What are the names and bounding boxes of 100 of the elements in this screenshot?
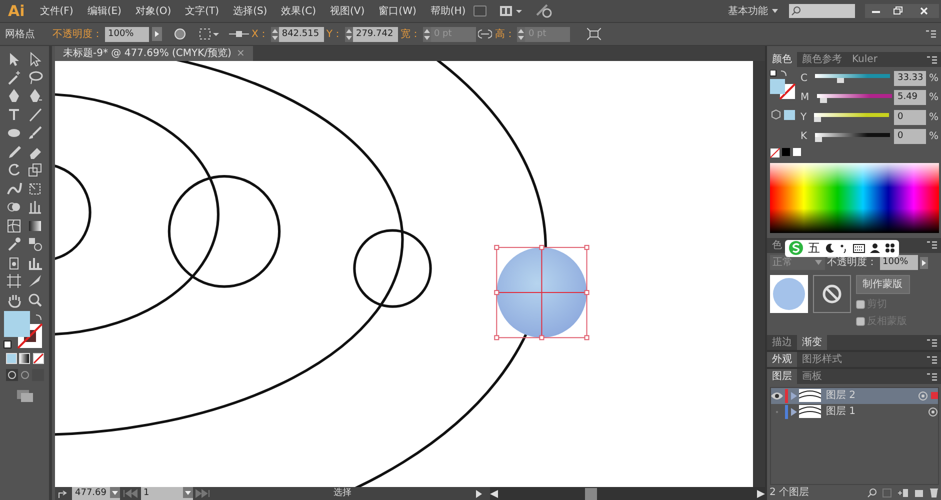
panel-tab[interactable]: 图层 (767, 369, 797, 384)
arrange-icon[interactable] (498, 5, 525, 17)
width-link[interactable]: 宽： (400, 26, 420, 42)
scroll-thumb[interactable] (585, 488, 597, 500)
menu-item[interactable]: 对象(O) (128, 4, 178, 18)
pen-icon[interactable] (6, 88, 22, 104)
ime-logo-icon[interactable] (789, 241, 803, 255)
transform-icon[interactable] (586, 28, 601, 40)
menu-item[interactable]: 帮助(H) (423, 4, 473, 18)
caret-icon[interactable] (770, 8, 778, 14)
mesh-icon[interactable] (6, 218, 22, 234)
y-link[interactable]: Y： (326, 26, 342, 42)
none-mode-icon[interactable] (32, 352, 44, 364)
slider-thumb[interactable] (820, 98, 828, 102)
share-icon[interactable] (58, 488, 70, 498)
ime-toolbar[interactable]: 五 (785, 240, 899, 256)
screen-mode-icon[interactable] (16, 388, 34, 402)
slider-thumb[interactable] (837, 78, 844, 83)
type-tool-icon[interactable] (6, 106, 22, 122)
color-mode-icon[interactable] (6, 352, 16, 364)
panel-tab[interactable]: 颜色参考 (797, 52, 847, 67)
close-icon[interactable] (908, 4, 938, 18)
channel-value-field[interactable]: 0 (894, 110, 926, 124)
zoom-icon[interactable] (27, 292, 43, 308)
scroll-right-icon[interactable] (757, 490, 765, 498)
eye-icon[interactable] (770, 392, 782, 400)
scroll-left-icon[interactable] (490, 490, 498, 498)
arrow-right-icon[interactable] (920, 256, 928, 268)
panel-menu-icon[interactable] (927, 241, 937, 249)
arrow-right-icon[interactable] (152, 27, 162, 41)
vertical-scrollbar[interactable] (753, 61, 765, 487)
menu-item[interactable]: 效果(C) (274, 4, 324, 18)
menu-item[interactable]: 文件(F) (32, 4, 80, 18)
search-field[interactable] (788, 4, 854, 18)
punctuation-icon[interactable] (840, 243, 848, 253)
y-field[interactable]: 279.742 (352, 26, 398, 42)
artboard-icon[interactable] (6, 273, 22, 289)
perspective-grid-icon[interactable] (27, 199, 43, 215)
panel-tab[interactable]: 外观 (767, 352, 797, 367)
user-icon[interactable] (870, 243, 880, 253)
artboard-field[interactable]: 1 (140, 486, 192, 500)
menu-item[interactable]: 选择(S) (226, 4, 274, 18)
make-clipping-mask-icon[interactable] (882, 488, 892, 498)
slider-thumb[interactable] (814, 136, 822, 142)
menu-item[interactable]: 编辑(E) (80, 4, 128, 18)
workspace-switcher[interactable]: 基本功能 (728, 4, 768, 18)
panel-tab[interactable]: 颜色 (767, 52, 797, 67)
panel-tab[interactable]: 画板 (797, 369, 827, 384)
zoom-field[interactable]: 477.69 (72, 486, 120, 500)
make-mask-button[interactable]: 制作蒙版 (856, 275, 910, 294)
panel-menu-icon[interactable] (927, 338, 937, 346)
blend-icon[interactable] (27, 236, 43, 252)
rotate-icon[interactable] (6, 162, 22, 178)
menu-item[interactable]: 窗口(W) (372, 4, 424, 18)
panel-tab[interactable]: 图形样式 (797, 352, 847, 367)
object-thumbnail[interactable] (770, 275, 808, 313)
moon-icon[interactable] (825, 243, 835, 253)
warp-icon[interactable] (6, 180, 22, 196)
color-spectrum[interactable] (770, 162, 938, 232)
spinner-icon[interactable] (517, 26, 526, 42)
height-link[interactable]: 高： (494, 26, 515, 42)
pen-icon[interactable] (27, 88, 43, 104)
minimize-icon[interactable] (864, 4, 886, 18)
slider-thumb[interactable] (814, 117, 822, 122)
panel-tab[interactable]: 色 (767, 238, 787, 252)
link-icon[interactable] (478, 28, 492, 40)
control-menu-icon[interactable] (926, 30, 936, 38)
eyedropper-icon[interactable] (6, 236, 22, 252)
x-link[interactable]: X： (252, 26, 268, 42)
grid-icon[interactable] (885, 243, 895, 253)
x-field[interactable]: 842.515 (278, 26, 324, 42)
lasso-icon[interactable] (27, 70, 43, 86)
opacity-field[interactable]: 100% (105, 26, 149, 42)
arrow-right-icon[interactable] (476, 490, 482, 498)
none-swatch-icon[interactable] (770, 148, 780, 158)
layer-row[interactable]: 图层 1 (770, 404, 938, 420)
brush-icon[interactable] (27, 125, 43, 141)
spinner-icon[interactable] (270, 26, 279, 42)
free-transform-icon[interactable] (27, 180, 43, 196)
scale-icon[interactable] (27, 162, 43, 178)
panel-tab[interactable]: Kuler (847, 52, 882, 67)
menu-item[interactable]: 视图(V) (323, 4, 372, 18)
mask-thumbnail[interactable] (812, 275, 850, 313)
line-icon[interactable] (27, 106, 43, 122)
new-sublayer-icon[interactable] (896, 488, 908, 498)
panel-tab[interactable]: 渐变 (797, 335, 827, 350)
panel-menu-icon[interactable] (927, 372, 937, 380)
trash-icon[interactable] (928, 487, 938, 498)
ime-mode-label[interactable]: 五 (808, 239, 820, 257)
opacity-field[interactable]: 100% (880, 255, 918, 270)
panel-menu-icon[interactable] (927, 56, 937, 64)
menu-item[interactable]: 文字(T) (178, 4, 226, 18)
channel-value-field[interactable]: 5.49 (894, 90, 926, 105)
magic-wand-icon[interactable] (6, 70, 22, 86)
cube-swatch-icon[interactable] (770, 108, 796, 120)
keyboard-icon[interactable] (853, 244, 865, 252)
spinner-icon[interactable] (344, 26, 353, 42)
gradient-mode-icon[interactable] (19, 352, 30, 364)
channel-value-field[interactable]: 33.33 (894, 70, 926, 86)
search-icon[interactable] (866, 488, 876, 498)
